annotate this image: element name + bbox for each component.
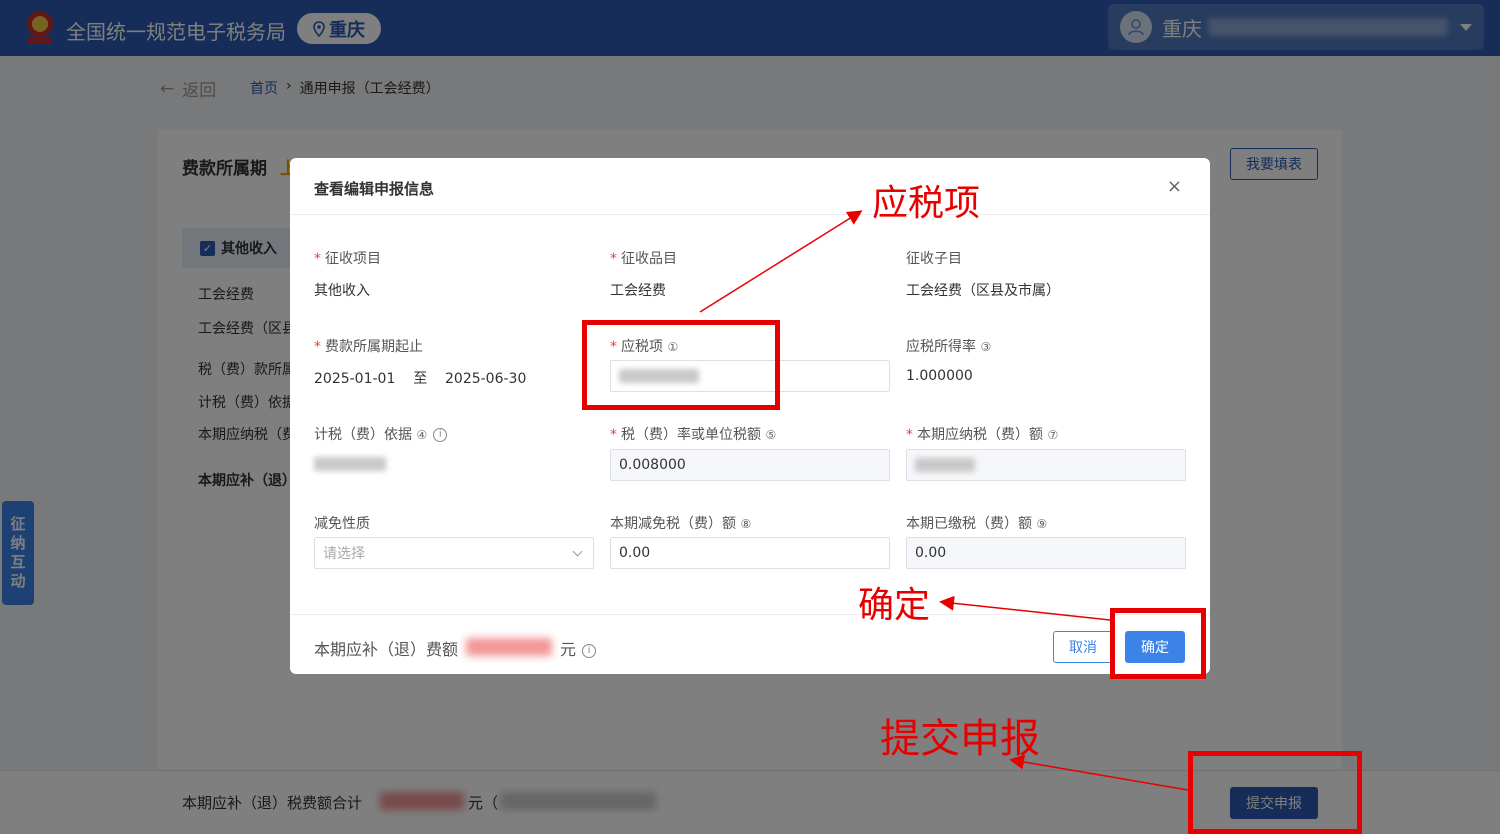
exempt-amount-label: 本期减免税（费）额 ⑧ [610, 516, 752, 532]
collect-subitem-value: 工会经费（区县及市属） [906, 283, 1060, 299]
collect-subitem-label: 征收子目 [906, 251, 962, 267]
footer-unit: 元i [560, 636, 597, 660]
footer-amount-label: 本期应补（退）费额 [314, 640, 459, 659]
period-range-value: 2025-01-01 至 2025-06-30 [314, 371, 527, 387]
divider [290, 614, 1210, 615]
modal-title: 查看编辑申报信息 [314, 180, 435, 198]
annotation-submit: 提交申报 [880, 716, 1040, 762]
tax-basis-label: 计税（费）依据 ④i [314, 424, 448, 444]
annotation-taxable: 应税项 [872, 183, 981, 224]
collect-item-value: 其他收入 [314, 283, 370, 299]
cancel-button[interactable]: 取消 [1053, 631, 1113, 663]
income-rate-value: 1.000000 [906, 368, 973, 384]
payable-label: * 本期应纳税（费）额 ⑦ [906, 427, 1059, 443]
info-icon[interactable]: i [582, 643, 597, 658]
divider [290, 214, 1210, 215]
payable-value-blurred [915, 458, 975, 472]
paid-amount-label: 本期已缴税（费）额 ⑨ [906, 516, 1048, 532]
close-icon[interactable]: × [1167, 176, 1182, 197]
highlight-confirm-button [1110, 608, 1206, 679]
paid-amount-input[interactable]: 0.00 [906, 537, 1186, 569]
chevron-down-icon [572, 546, 583, 557]
tax-basis-value [314, 457, 386, 475]
period-range-label: * 费款所属期起止 [314, 339, 423, 355]
exempt-amount-input[interactable]: 0.00 [610, 537, 890, 569]
exempt-nature-select[interactable]: 请选择 [314, 537, 594, 569]
income-rate-label: 应税所得率 ③ [906, 339, 992, 355]
annotation-confirm: 确定 [858, 585, 931, 626]
exempt-nature-label: 减免性质 [314, 516, 370, 532]
highlight-submit-button [1188, 751, 1362, 834]
select-placeholder: 请选择 [323, 546, 365, 562]
collect-category-label: * 征收品目 [610, 251, 677, 267]
highlight-taxable-item [582, 320, 780, 410]
collect-item-label: * 征收项目 [314, 251, 381, 267]
edit-declaration-modal: 查看编辑申报信息 × * 征收项目 其他收入 * 征收品目 工会经费 征收子目 工会… [290, 158, 1210, 674]
payable-input[interactable] [906, 449, 1186, 481]
collect-category-value: 工会经费 [610, 283, 666, 299]
tax-rate-label: * 税（费）率或单位税额 ⑤ [610, 427, 777, 443]
footer-amount-blurred [466, 638, 552, 656]
info-icon[interactable]: i [433, 428, 448, 442]
tax-rate-input[interactable]: 0.008000 [610, 449, 890, 481]
